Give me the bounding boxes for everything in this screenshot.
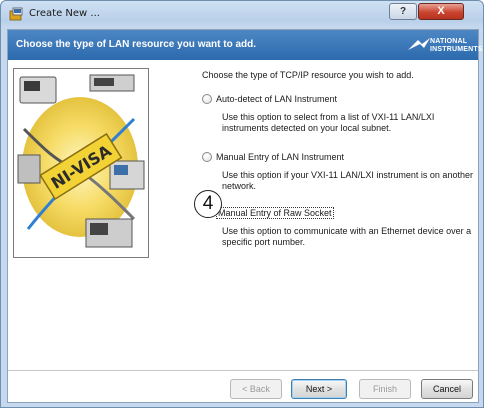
option-description-auto-detect: Use this option to select from a list of… (222, 112, 435, 133)
tcpip-prompt: Choose the type of TCP/IP resource you w… (202, 70, 414, 80)
create-new-dialog: Create New ... ? X Choose the type of LA… (0, 0, 484, 408)
option-description-raw-socket: Use this option to communicate with an E… (222, 226, 472, 247)
dialog-client-area: Choose the type of LAN resource you want… (7, 29, 483, 403)
close-button[interactable]: X (418, 3, 464, 20)
title-bar: Create New ... ? X (1, 1, 483, 29)
footer-divider (8, 370, 478, 371)
option-description-manual-lan: Use this option if your VXI-11 LAN/LXI i… (222, 170, 473, 191)
window-title: Create New ... (29, 8, 100, 19)
radio-manual-lan[interactable] (202, 152, 212, 162)
help-button[interactable]: ? (389, 3, 417, 20)
back-button[interactable]: < Back (230, 379, 282, 399)
ni-eagle-icon (408, 38, 430, 50)
radio-auto-detect[interactable] (202, 94, 212, 104)
wizard-header: Choose the type of LAN resource you want… (8, 30, 483, 60)
option-label-manual-lan[interactable]: Manual Entry of LAN Instrument (216, 152, 344, 162)
step-callout-marker: 4 (194, 190, 222, 218)
ni-visa-illustration: NI-VISA (13, 68, 149, 258)
option-label-auto-detect[interactable]: Auto-detect of LAN Instrument (216, 94, 337, 104)
cancel-button[interactable]: Cancel (421, 379, 473, 399)
next-button[interactable]: Next > (291, 379, 347, 399)
ni-app-icon (9, 7, 23, 21)
option-label-raw-socket[interactable]: Manual Entry of Raw Socket (216, 207, 334, 219)
wizard-footer: < Back Next > Finish Cancel (8, 370, 478, 402)
logo-line-2: INSTRUMENTS (430, 46, 483, 53)
logo-line-1: NATIONAL (430, 38, 468, 45)
national-instruments-logo: NATIONAL INSTRUMENTS (408, 36, 483, 56)
finish-button[interactable]: Finish (359, 379, 411, 399)
header-title: Choose the type of LAN resource you want… (16, 39, 257, 50)
